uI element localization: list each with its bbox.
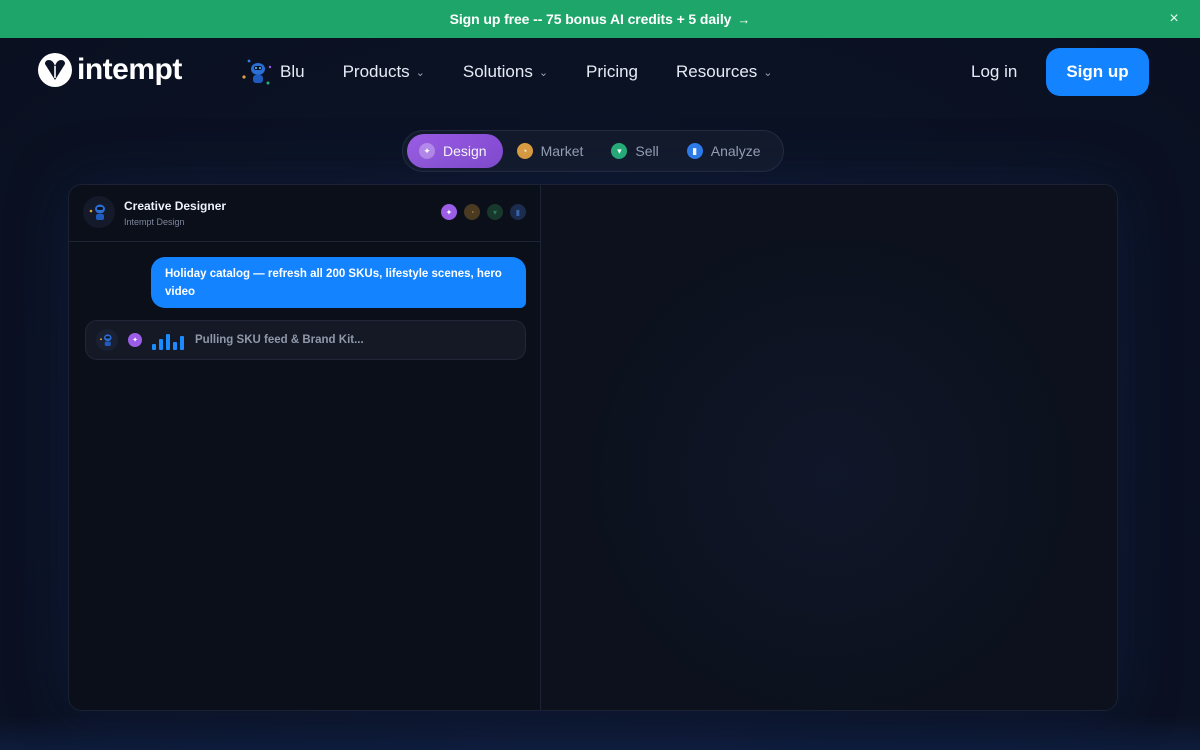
sell-skill-icon: ▾ (487, 204, 503, 220)
arrow-right-icon: → (737, 11, 751, 27)
nav-links: Blu Products ⌄ Solutions ⌄ Pricing Resou… (240, 38, 811, 106)
logo-text: intempt (77, 53, 182, 86)
chevron-down-icon: ⌄ (538, 66, 549, 79)
design-badge-icon: ✦ (128, 333, 142, 347)
tab-analyze-label[interactable]: Analyze (711, 143, 761, 159)
tab-market-label[interactable]: Market (541, 143, 584, 159)
tab-sell-label[interactable]: Sell (635, 143, 658, 159)
nav-solutions-label[interactable]: Solutions (463, 62, 533, 82)
nav-blu-label[interactable]: Blu (280, 62, 305, 82)
market-icon: ◔ (516, 143, 533, 159)
tab-design[interactable]: ✦ Design (407, 134, 503, 168)
login-link[interactable]: Log in (971, 62, 1017, 82)
chat-header: Creative Designer Intempt Design ✦ ◔ ▾ ▮ (69, 185, 540, 242)
top-navbar: intempt Blu Products ⌄ Solutions ⌄ Prici… (0, 38, 1200, 106)
agent-status-row: ✦ Pulling SKU feed & Brand Kit... (85, 320, 526, 360)
close-icon[interactable]: × (1164, 9, 1184, 29)
nav-pricing[interactable]: Pricing (586, 62, 638, 82)
market-skill-icon: ◔ (464, 204, 480, 220)
tab-sell[interactable]: ▾ Sell (597, 134, 672, 168)
tab-design-label[interactable]: Design (443, 143, 487, 159)
agent-skill-dots: ✦ ◔ ▾ ▮ (441, 204, 533, 220)
category-tabs: ✦ Design ◔ Market ▾ Sell ▮ Analyze (402, 130, 784, 172)
nav-pricing-label[interactable]: Pricing (586, 62, 638, 82)
preview-canvas (542, 185, 1117, 710)
analyze-skill-icon: ▮ (510, 204, 526, 220)
tab-analyze[interactable]: ▮ Analyze (673, 134, 775, 168)
status-text: Pulling SKU feed & Brand Kit... (195, 334, 364, 346)
loading-bars-icon (152, 330, 187, 350)
nav-resources-label[interactable]: Resources (676, 62, 757, 82)
chat-pane: Creative Designer Intempt Design ✦ ◔ ▾ ▮… (69, 185, 541, 710)
logo-mark-icon (38, 53, 72, 87)
blu-robot-icon (240, 55, 274, 89)
promo-text[interactable]: Sign up free -- 75 bonus AI credits + 5 … (450, 11, 732, 27)
nav-solutions[interactable]: Solutions ⌄ (463, 62, 548, 82)
robot-icon (89, 204, 105, 220)
promo-banner[interactable]: Sign up free -- 75 bonus AI credits + 5 … (0, 0, 1200, 38)
user-message: Holiday catalog — refresh all 200 SKUs, … (151, 257, 526, 308)
design-icon: ✦ (419, 143, 435, 159)
chevron-down-icon: ⌄ (763, 66, 773, 79)
design-skill-icon: ✦ (441, 204, 457, 220)
agent-avatar (83, 196, 115, 228)
chevron-down-icon: ⌄ (415, 66, 425, 79)
nav-products[interactable]: Products ⌄ (343, 62, 425, 82)
analyze-icon: ▮ (686, 143, 703, 159)
bottom-glow (0, 715, 1200, 750)
signup-button[interactable]: Sign up (1046, 48, 1149, 96)
intempt-logo[interactable]: intempt (38, 52, 182, 88)
nav-products-label[interactable]: Products (343, 62, 410, 82)
sell-icon: ▾ (611, 143, 628, 159)
robot-icon (96, 329, 118, 351)
agent-title: Creative Designer (124, 199, 227, 213)
demo-panel: Creative Designer Intempt Design ✦ ◔ ▾ ▮… (68, 184, 1118, 711)
tab-market[interactable]: ◔ Market (503, 134, 598, 168)
nav-resources[interactable]: Resources ⌄ (676, 62, 772, 82)
nav-blu[interactable]: Blu (240, 55, 305, 89)
agent-subtitle: Intempt Design (124, 217, 185, 227)
